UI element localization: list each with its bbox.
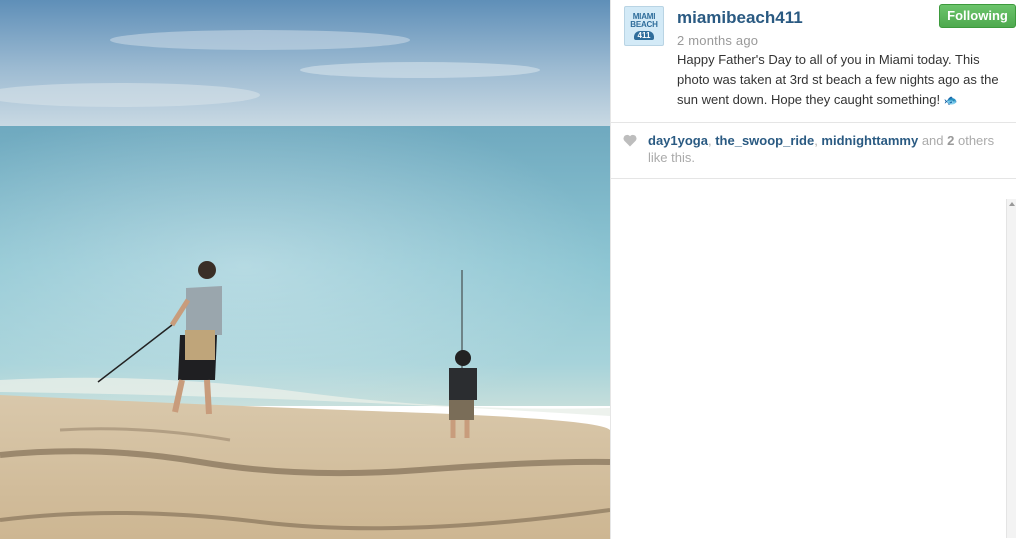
fish-icon: 🐟 xyxy=(943,95,958,107)
comments-scrollbar[interactable] xyxy=(1006,199,1016,538)
username-link[interactable]: miamibeach411 xyxy=(677,8,803,28)
following-button[interactable]: Following xyxy=(939,4,1016,28)
post-photo[interactable] xyxy=(0,0,610,539)
likes-and: and xyxy=(918,133,948,148)
likes-section: day1yoga, the_swoop_ride, midnighttammy … xyxy=(611,123,1016,179)
avatar-text-line2: BEACH xyxy=(630,19,658,29)
liker-link[interactable]: the_swoop_ride xyxy=(715,133,814,148)
avatar[interactable]: MIAMI BEACH 411 xyxy=(624,6,664,46)
scroll-up-icon[interactable] xyxy=(1009,202,1015,206)
comments-area xyxy=(611,179,1016,538)
liker-link[interactable]: midnighttammy xyxy=(821,133,918,148)
liker-link[interactable]: day1yoga xyxy=(648,133,708,148)
avatar-text-line3: 411 xyxy=(633,30,655,40)
beach-fishing-photo xyxy=(0,0,610,539)
post-header: MIAMI BEACH 411 miamibeach411 2 months a… xyxy=(611,0,1016,123)
post-caption: Happy Father's Day to all of you in Miam… xyxy=(677,50,1007,111)
post-details-panel: MIAMI BEACH 411 miamibeach411 2 months a… xyxy=(610,0,1016,539)
likes-text: day1yoga, the_swoop_ride, midnighttammy … xyxy=(648,132,1013,166)
heart-icon[interactable] xyxy=(623,134,637,147)
post-timestamp: 2 months ago xyxy=(677,33,759,48)
